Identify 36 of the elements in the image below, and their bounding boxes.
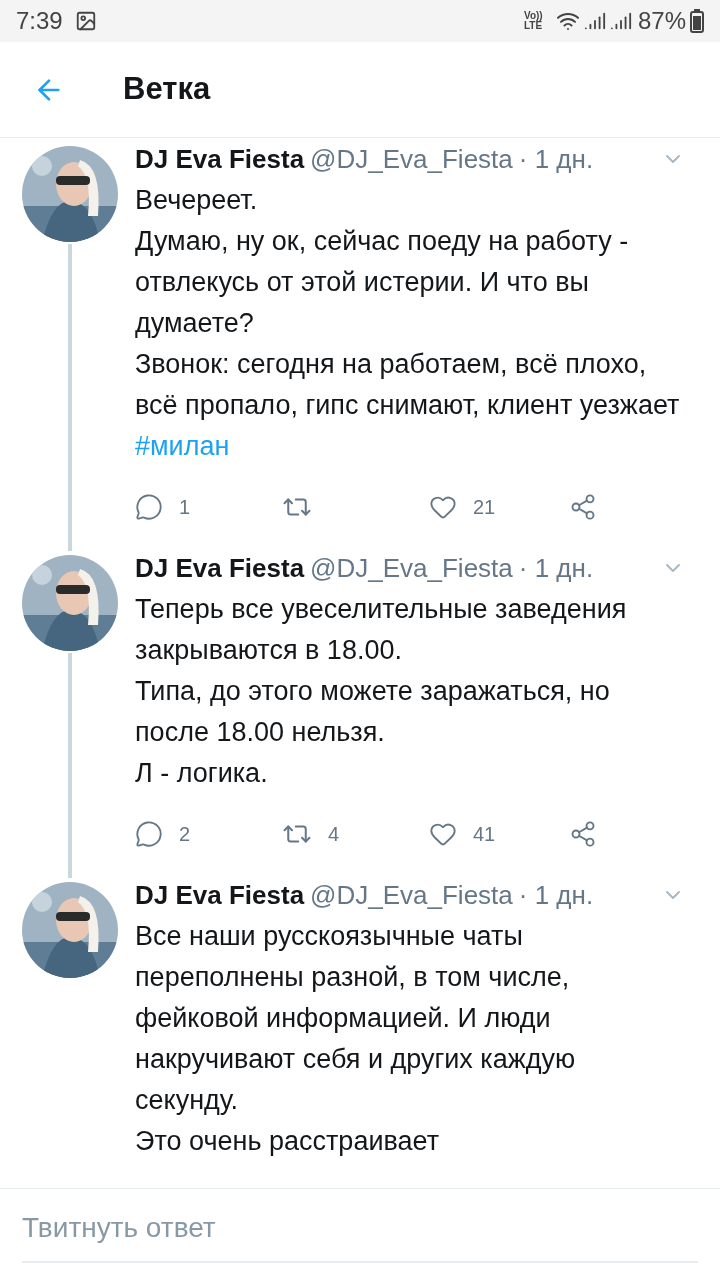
battery-icon [690, 9, 704, 33]
tweet-time: · 1 дн. [518, 143, 594, 176]
tweet-text: Л - логика. [135, 758, 268, 788]
share-icon[interactable] [569, 493, 597, 521]
image-icon [74, 10, 97, 32]
share-icon[interactable] [569, 820, 597, 848]
tweet-text: Типа, до этого можете заражаться, но после 18.00 нельзя. [135, 676, 610, 747]
reply-icon[interactable] [135, 493, 163, 521]
tweet-text: Вечереет. [135, 185, 258, 215]
reply-count: 2 [179, 822, 191, 847]
author-name: DJ Eva Fiesta [135, 552, 305, 585]
signal-icon [583, 10, 606, 32]
clock-time: 7:39 [16, 6, 63, 36]
battery-level: 87% [637, 6, 686, 36]
tweet-text: Теперь все увеселительные заведения закрываются в 18.00. [135, 594, 627, 665]
like-count: 41 [473, 822, 496, 847]
author-handle: @DJ_Eva_Fiesta [310, 879, 513, 912]
tweet-time: · 1 дн. [518, 879, 594, 912]
volte-label: Vo)) LTE [523, 11, 544, 31]
reply-count: 1 [179, 495, 191, 520]
tweet-text: Думаю, ну ок, сейчас поеду на работу - отвлекусь от этой истерии. И что вы думаете? [135, 226, 629, 338]
screen-title: Ветка [123, 70, 211, 109]
tweet-text: Все наши русскоязычные чаты переполнены разной, в том числе, фейковой информацией. И люди накручивают себя и других каждую секунду. [135, 921, 576, 1115]
author-handle: @DJ_Eva_Fiesta [310, 143, 513, 176]
signal-icon [609, 10, 632, 32]
reply-icon[interactable] [135, 820, 163, 848]
retweet-count: 4 [328, 822, 340, 847]
tweet-text: Это очень расстраивает [135, 1126, 440, 1156]
tweet-text: Звонок: сегодня на работаем, всё плохо, всё пропало, гипс снимают, клиент уезжает [135, 349, 680, 420]
reply-field[interactable]: Твитнуть ответ [22, 1206, 698, 1263]
like-count: 21 [473, 495, 496, 520]
author-handle: @DJ_Eva_Fiesta [310, 552, 513, 585]
hashtag-link[interactable]: #милан [135, 431, 230, 461]
author-name: DJ Eva Fiesta [135, 143, 305, 176]
author-name: DJ Eva Fiesta [135, 879, 305, 912]
tweet-time: · 1 дн. [518, 552, 594, 585]
